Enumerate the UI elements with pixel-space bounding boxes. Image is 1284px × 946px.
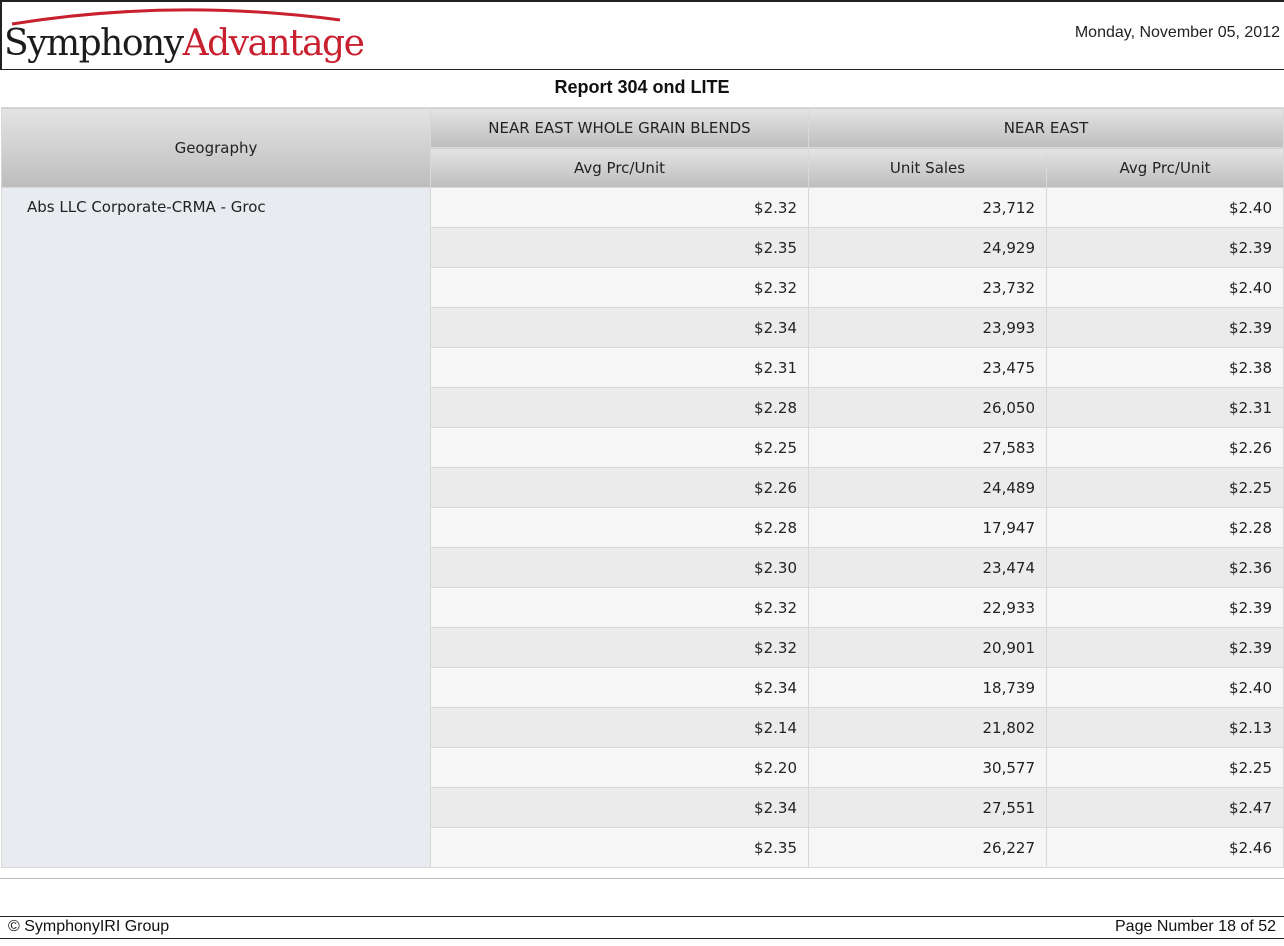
unit-sales-cell: 30,577 xyxy=(808,747,1047,788)
avg-prc-unit-1-cell: $2.34 xyxy=(430,787,809,828)
unit-sales-cell: 20,901 xyxy=(808,627,1047,668)
footer-copyright: © SymphonyIRI Group xyxy=(8,918,170,935)
col-header-unit-sales: Unit Sales xyxy=(808,147,1047,188)
avg-prc-unit-2-cell: $2.39 xyxy=(1046,587,1284,628)
logo-text-symphony: Symphony xyxy=(4,23,184,64)
avg-prc-unit-2-cell: $2.36 xyxy=(1046,547,1284,588)
table-bottom-rule xyxy=(0,878,1284,879)
geography-header: Geography xyxy=(1,107,431,188)
unit-sales-cell: 24,929 xyxy=(808,227,1047,268)
report-title: Report 304 ond LITE xyxy=(554,77,730,97)
col-header-avg-prc-unit-1: Avg Prc/Unit xyxy=(430,147,809,188)
avg-prc-unit-2-cell: $2.25 xyxy=(1046,467,1284,508)
avg-prc-unit-2-cell: $2.40 xyxy=(1046,267,1284,308)
unit-sales-cell: 23,474 xyxy=(808,547,1047,588)
avg-prc-unit-2-cell: $2.28 xyxy=(1046,507,1284,548)
avg-prc-unit-2-cell: $2.47 xyxy=(1046,787,1284,828)
unit-sales-cell: 21,802 xyxy=(808,707,1047,748)
avg-prc-unit-1-cell: $2.35 xyxy=(430,827,809,868)
left-border xyxy=(0,0,2,70)
col-header-avg-prc-unit-2: Avg Prc/Unit xyxy=(1046,147,1284,188)
unit-sales-cell: 23,712 xyxy=(808,187,1047,228)
footer-page-number: Page Number 18 of 52 xyxy=(1115,918,1276,935)
logo-text: SymphonyAdvantage xyxy=(4,23,365,64)
avg-prc-unit-2-cell: $2.39 xyxy=(1046,627,1284,668)
unit-sales-cell: 18,739 xyxy=(808,667,1047,708)
unit-sales-cell: 22,933 xyxy=(808,587,1047,628)
avg-prc-unit-1-cell: $2.28 xyxy=(430,507,809,548)
avg-prc-unit-2-cell: $2.25 xyxy=(1046,747,1284,788)
unit-sales-cell: 27,583 xyxy=(808,427,1047,468)
footer-bottom-divider xyxy=(0,938,1284,939)
logo-text-advantage: Advantage xyxy=(182,23,365,64)
avg-prc-unit-2-cell: $2.38 xyxy=(1046,347,1284,388)
unit-sales-cell: 27,551 xyxy=(808,787,1047,828)
unit-sales-cell: 24,489 xyxy=(808,467,1047,508)
avg-prc-unit-1-cell: $2.20 xyxy=(430,747,809,788)
header-divider xyxy=(0,69,1284,70)
avg-prc-unit-2-cell: $2.26 xyxy=(1046,427,1284,468)
avg-prc-unit-2-cell: $2.39 xyxy=(1046,307,1284,348)
unit-sales-cell: 23,993 xyxy=(808,307,1047,348)
avg-prc-unit-1-cell: $2.30 xyxy=(430,547,809,588)
avg-prc-unit-1-cell: $2.32 xyxy=(430,587,809,628)
header-row-groups: Geography NEAR EAST WHOLE GRAIN BLENDS N… xyxy=(1,107,1284,188)
avg-prc-unit-2-cell: $2.13 xyxy=(1046,707,1284,748)
footer-divider xyxy=(0,916,1284,917)
unit-sales-cell: 17,947 xyxy=(808,507,1047,548)
avg-prc-unit-1-cell: $2.31 xyxy=(430,347,809,388)
group-header-whole-grain-blends: NEAR EAST WHOLE GRAIN BLENDS xyxy=(430,107,809,148)
avg-prc-unit-2-cell: $2.31 xyxy=(1046,387,1284,428)
unit-sales-cell: 26,227 xyxy=(808,827,1047,868)
avg-prc-unit-1-cell: $2.35 xyxy=(430,227,809,268)
avg-prc-unit-2-cell: $2.46 xyxy=(1046,827,1284,868)
avg-prc-unit-2-cell: $2.40 xyxy=(1046,187,1284,228)
group-header-near-east: NEAR EAST xyxy=(808,107,1284,148)
avg-prc-unit-1-cell: $2.32 xyxy=(430,627,809,668)
report-date: Monday, November 05, 2012 xyxy=(1074,24,1280,41)
unit-sales-cell: 26,050 xyxy=(808,387,1047,428)
avg-prc-unit-1-cell: $2.26 xyxy=(430,467,809,508)
avg-prc-unit-1-cell: $2.25 xyxy=(430,427,809,468)
avg-prc-unit-1-cell: $2.32 xyxy=(430,187,809,228)
avg-prc-unit-1-cell: $2.28 xyxy=(430,387,809,428)
avg-prc-unit-2-cell: $2.39 xyxy=(1046,227,1284,268)
geography-cell: Abs LLC Corporate-CRMA - Groc xyxy=(1,187,431,868)
avg-prc-unit-1-cell: $2.32 xyxy=(430,267,809,308)
avg-prc-unit-1-cell: $2.14 xyxy=(430,707,809,748)
report-table: Geography NEAR EAST WHOLE GRAIN BLENDS N… xyxy=(1,107,1284,868)
avg-prc-unit-1-cell: $2.34 xyxy=(430,667,809,708)
unit-sales-cell: 23,732 xyxy=(808,267,1047,308)
avg-prc-unit-1-cell: $2.34 xyxy=(430,307,809,348)
unit-sales-cell: 23,475 xyxy=(808,347,1047,388)
table-row: Abs LLC Corporate-CRMA - Groc $2.32 23,712… xyxy=(1,187,1284,868)
avg-prc-unit-2-cell: $2.40 xyxy=(1046,667,1284,708)
